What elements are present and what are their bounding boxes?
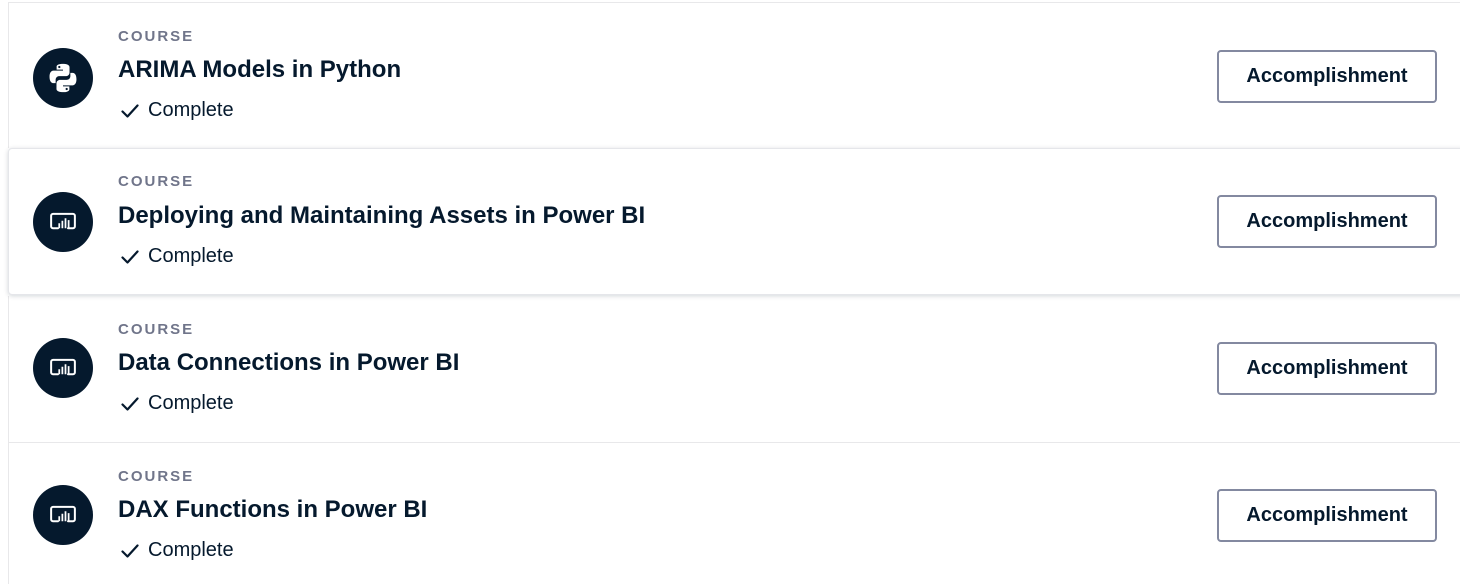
- status-label: Complete: [148, 539, 234, 561]
- power-bi-icon: [33, 485, 93, 545]
- completion-status: Complete: [120, 539, 234, 562]
- course-type-label: COURSE: [118, 28, 195, 45]
- course-title[interactable]: Data Connections in Power BI: [118, 349, 459, 377]
- completion-status: Complete: [120, 99, 234, 122]
- course-type-label: COURSE: [118, 321, 195, 338]
- course-title[interactable]: DAX Functions in Power BI: [118, 496, 427, 524]
- checkmark-icon: [121, 396, 139, 411]
- course-type-label: COURSE: [118, 468, 195, 485]
- course-row[interactable]: COURSE Deploying and Maintaining Assets …: [8, 148, 1460, 295]
- checkmark-icon: [121, 543, 139, 558]
- accomplishment-button[interactable]: Accomplishment: [1217, 195, 1437, 248]
- accomplishment-button[interactable]: Accomplishment: [1217, 489, 1437, 542]
- course-title[interactable]: ARIMA Models in Python: [118, 56, 401, 84]
- checkmark-icon: [121, 103, 139, 118]
- status-label: Complete: [148, 392, 234, 414]
- course-type-label: COURSE: [118, 173, 195, 190]
- completion-status: Complete: [120, 245, 234, 268]
- checkmark-icon: [121, 249, 139, 264]
- accomplishment-button[interactable]: Accomplishment: [1217, 342, 1437, 395]
- power-bi-icon: [33, 338, 93, 398]
- course-row[interactable]: COURSE ARIMA Models in Python Complete A…: [8, 2, 1460, 148]
- completion-status: Complete: [120, 392, 234, 415]
- course-row[interactable]: COURSE DAX Functions in Power BI Complet…: [8, 443, 1460, 584]
- course-title[interactable]: Deploying and Maintaining Assets in Powe…: [118, 202, 645, 230]
- status-label: Complete: [148, 245, 234, 267]
- power-bi-icon: [33, 192, 93, 252]
- status-label: Complete: [148, 99, 234, 121]
- python-icon: [33, 48, 93, 108]
- course-row[interactable]: COURSE Data Connections in Power BI Comp…: [8, 296, 1460, 443]
- course-list: COURSE ARIMA Models in Python Complete A…: [0, 0, 1460, 584]
- accomplishment-button[interactable]: Accomplishment: [1217, 50, 1437, 103]
